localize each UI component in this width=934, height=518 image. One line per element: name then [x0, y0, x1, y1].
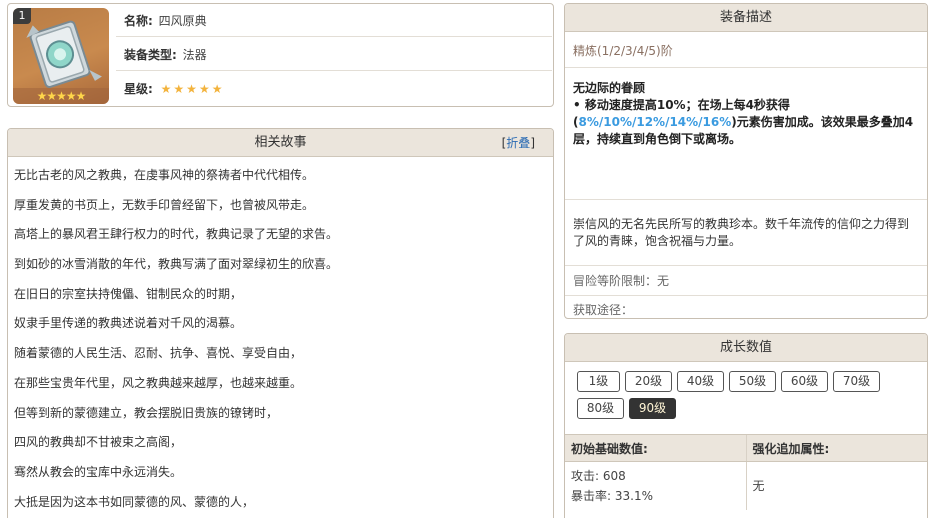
bonus-stats-header: 强化追加属性:	[745, 434, 927, 462]
growth-stats-panel: 成长数值 1级 20级 40级 50级 60级 70级 80级 90级 初始基础数值: 强化…	[564, 333, 928, 518]
bonus-stats-cell: 无	[745, 461, 927, 510]
equipment-description-panel: 装备描述 精炼(1/2/3/4/5)阶 无边际的眷顾 • 移动速度提高10%；在…	[564, 3, 928, 319]
star-icon: ★	[198, 82, 210, 96]
star-icon: ★	[186, 82, 197, 96]
story-line: 随着蒙德的人民生活、忍耐、抗争、喜悦、享受自由，	[14, 346, 303, 361]
item-lore: 崇信风的无名先民所写的教典珍本。数千年流传的信仰之力得到了风的青睐，饱含祝福与力…	[565, 200, 927, 266]
thumbnail-stars: ★★★★★	[13, 88, 109, 104]
name-label: 名称:	[124, 14, 153, 28]
type-field: 装备类型: 法器	[116, 39, 552, 71]
story-header: 相关故事 [折叠]	[8, 129, 553, 157]
story-line: 在旧日的宗室扶持傀儡、钳制民众的时期，	[14, 286, 243, 301]
desc-title: 装备描述	[719, 10, 772, 25]
level-button-1[interactable]: 1级	[577, 371, 620, 392]
base-stats-cell: 攻击: 608 暴击率: 33.1%	[565, 462, 746, 511]
story-text: 无比古老的风之教典，在虔事风神的祭祷者中代代相传。 厚重发黄的书页上，无数手印曾…	[8, 157, 553, 517]
obtain-method: 获取途径： 祈愿	[565, 296, 927, 319]
story-line: 厚重发黄的书页上，无数手印曾经留下，也曾被风带走。	[14, 197, 315, 212]
story-line: 高塔上的暴风君王肆行权力的时代，教典记录了无望的求告。	[14, 227, 339, 242]
refinement-levels: 精炼(1/2/3/4/5)阶	[565, 32, 927, 68]
story-line: 在那些宝贵年代里，风之教典越来越厚，也越来越重。	[14, 375, 303, 390]
story-line: 无比古老的风之教典，在虔事风神的祭祷者中代代相传。	[14, 168, 315, 182]
fold-toggle[interactable]: [折叠]	[502, 129, 535, 157]
level-button-90[interactable]: 90级	[629, 398, 676, 419]
story-line: 但等到新的蒙德建立，教会摆脱旧贵族的镣铐时，	[14, 405, 279, 420]
story-line: 到如砂的冰雪消散的年代，教典写满了面对翠绿初生的欣喜。	[14, 257, 339, 272]
story-line: 骞然从教会的宝库中永远消失。	[14, 464, 183, 479]
story-title: 相关故事	[254, 135, 307, 150]
story-line: 四风的教典却不甘被束之高阁，	[14, 435, 183, 450]
fold-link[interactable]: 折叠	[506, 136, 530, 150]
crit-rate-value: 暴击率: 33.1%	[571, 489, 653, 503]
level-button-60[interactable]: 60级	[781, 371, 828, 392]
level-button-80[interactable]: 80级	[577, 398, 624, 419]
type-label: 装备类型:	[124, 48, 177, 62]
effect-values: 8%/10%/12%/14%/16%	[578, 115, 732, 129]
level-button-70[interactable]: 70级	[833, 371, 880, 392]
star-icon: ★	[160, 82, 172, 96]
growth-header: 成长数值	[565, 334, 927, 362]
passive-effect: 无边际的眷顾 • 移动速度提高10%；在场上每4秒获得(8%/10%/12%/1…	[565, 68, 927, 200]
base-stats-header: 初始基础数值:	[565, 434, 746, 462]
level-button-40[interactable]: 40级	[677, 371, 724, 392]
desc-header: 装备描述	[565, 4, 927, 32]
fold-bracket-close: ]	[530, 136, 535, 150]
type-value: 法器	[182, 48, 207, 62]
refinement-badge: 1	[13, 8, 31, 24]
effect-name: 无边际的眷顾	[573, 81, 646, 95]
obtain-value: 祈愿	[573, 318, 919, 319]
star-icon: ★	[211, 82, 223, 96]
atk-value: 攻击: 608	[571, 469, 626, 483]
rarity-field: 星级: ★ ★ ★ ★ ★	[116, 73, 552, 105]
name-field: 名称: 四风原典	[116, 5, 552, 37]
level-button-50[interactable]: 50级	[729, 371, 776, 392]
item-thumbnail: 1 ★★★★★	[13, 8, 109, 104]
story-line: 大抵是因为这本书如同蒙德的风、蒙德的人，	[14, 494, 255, 509]
story-line: 奴隶手里传递的教典述说着对千风的渴慕。	[14, 316, 243, 331]
growth-title: 成长数值	[719, 340, 772, 355]
obtain-label: 获取途径：	[573, 303, 634, 317]
rarity-stars: ★ ★ ★ ★ ★	[161, 82, 225, 96]
name-value: 四风原典	[158, 14, 207, 28]
rarity-label: 星级:	[124, 82, 153, 96]
star-icon: ★	[173, 82, 185, 96]
stats-table: 初始基础数值: 强化追加属性: 攻击: 608 暴击率: 33.1% 无	[565, 434, 927, 510]
story-panel: 相关故事 [折叠] 无比古老的风之教典，在虔事风神的祭祷者中代代相传。 厚重发黄…	[7, 128, 554, 518]
level-button-20[interactable]: 20级	[625, 371, 672, 392]
item-info-card: 1 ★★★★★ 名称: 四风原典 装备类型: 法器 星级: ★ ★ ★ ★ ★	[7, 3, 554, 107]
adventure-rank-limit: 冒险等阶限制：无	[565, 266, 927, 296]
